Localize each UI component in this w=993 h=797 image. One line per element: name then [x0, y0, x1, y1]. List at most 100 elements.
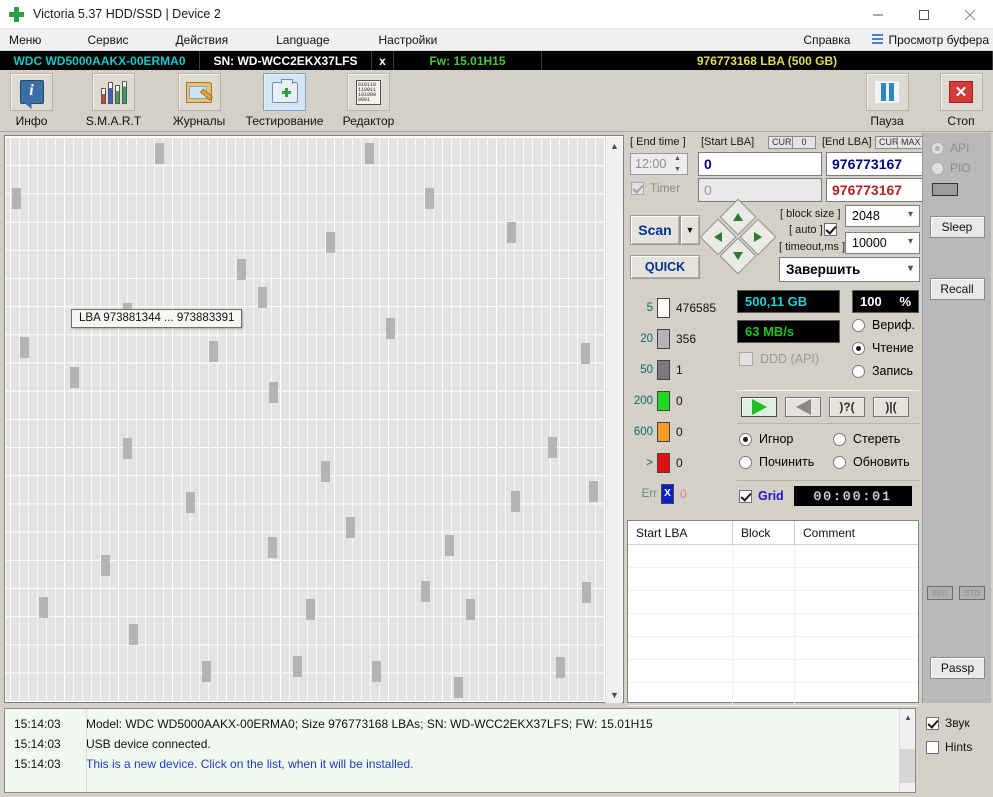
log-scroll-up-arrow-icon[interactable]: ▲	[900, 709, 915, 725]
action-erase-row[interactable]: Стереть	[833, 432, 900, 446]
table-row[interactable]	[628, 545, 918, 568]
toolbar-button-smart[interactable]: S.M.A.R.T	[76, 73, 151, 128]
toolbar-button-editor[interactable]: 010110 110011 101000 0001 Редактор	[336, 73, 401, 128]
action-repair-radio[interactable]	[739, 455, 752, 469]
menu-item-servis[interactable]: Сервис	[87, 31, 128, 49]
timer-value-input[interactable]: 0	[698, 178, 822, 202]
action-refresh-row[interactable]: Обновить	[833, 455, 910, 469]
table-row[interactable]	[628, 568, 918, 591]
ddd-api-checkbox[interactable]	[739, 352, 753, 366]
auto-block-size-checkbox[interactable]	[824, 223, 837, 236]
timeout-select[interactable]: 10000 ▾	[845, 232, 920, 254]
start-lba-input[interactable]: 0	[698, 152, 822, 176]
std-small-button[interactable]: STD	[959, 586, 985, 600]
sleep-button[interactable]: Sleep	[929, 216, 985, 238]
finish-action-select[interactable]: Завершить ▾	[779, 257, 920, 282]
quick-button[interactable]: QUICK	[630, 255, 700, 279]
mode-write-radio[interactable]	[852, 364, 865, 378]
surface-map[interactable]	[6, 137, 606, 701]
log-panel[interactable]: 15:14:03 Model: WDC WD5000AAKX-00ERMA0; …	[4, 708, 916, 793]
action-ignore-row[interactable]: Игнор	[739, 432, 833, 446]
end-lba-max-button[interactable]: MAX	[897, 136, 925, 149]
toolbar-button-stop[interactable]: ✕ Стоп	[936, 73, 986, 128]
mode-verify-radio[interactable]	[852, 318, 865, 332]
navigation-diamond[interactable]	[699, 198, 777, 275]
menu-item-language[interactable]: Language	[276, 31, 329, 49]
random-seek-button[interactable]: )?(	[829, 397, 865, 417]
play-backward-button[interactable]	[785, 397, 821, 417]
menu-item-menyu[interactable]: Меню	[9, 31, 41, 49]
passport-button[interactable]: Passp	[930, 657, 985, 679]
butterfly-seek-button[interactable]: )|(	[873, 397, 909, 417]
column-header-comment[interactable]: Comment	[795, 521, 898, 545]
timer-checkbox-row[interactable]: Timer	[631, 181, 680, 195]
menu-item-nastroyki[interactable]: Настройки	[379, 31, 438, 49]
action-repair-row[interactable]: Починить	[739, 455, 833, 469]
table-row[interactable]	[628, 637, 918, 660]
hints-option-row[interactable]: Hints	[926, 740, 993, 754]
maximize-button[interactable]	[901, 0, 947, 29]
minimize-button[interactable]	[855, 0, 901, 29]
start-lba-zero-button[interactable]: 0	[792, 136, 816, 149]
scroll-thumb[interactable]	[606, 154, 623, 214]
log-message[interactable]: This is a new device. Click on the list,…	[86, 757, 413, 771]
main-toolbar: Инфо S.M.A.R.T Журналы Тестирование 0101…	[0, 70, 993, 132]
scan-button-group[interactable]: Scan ▼	[630, 215, 700, 245]
map-vertical-scrollbar[interactable]: ▲ ▼	[605, 137, 623, 703]
sidebar-radio-pio-row[interactable]: PIO	[931, 161, 991, 175]
hints-checkbox[interactable]	[926, 740, 939, 754]
device-model[interactable]: WDC WD5000AAKX-00ERMA0	[0, 51, 200, 70]
scroll-up-arrow-icon[interactable]: ▲	[606, 137, 623, 154]
mode-read-radio[interactable]	[852, 341, 865, 355]
mode-verify-row[interactable]: Вериф.	[852, 318, 915, 332]
column-header-block[interactable]: Block	[733, 521, 795, 545]
log-scroll-thumb[interactable]	[900, 749, 915, 783]
close-button[interactable]	[947, 0, 993, 29]
defect-table-body[interactable]	[628, 545, 918, 706]
mode-write-row[interactable]: Запись	[852, 364, 915, 378]
action-ignore-radio[interactable]	[739, 432, 752, 446]
mode-read-row[interactable]: Чтение	[852, 341, 915, 355]
speed-display: 63 MB/s	[737, 320, 840, 343]
toolbar-button-info[interactable]: Инфо	[8, 73, 55, 128]
toolbar-button-pause[interactable]: Пауза	[862, 73, 912, 128]
scan-button[interactable]: Scan	[630, 215, 680, 245]
device-close-x-button[interactable]: x	[372, 51, 394, 70]
sidebar-radio-api-row[interactable]: API	[931, 141, 991, 155]
play-forward-button[interactable]	[741, 397, 777, 417]
scan-dropdown-chevron-icon[interactable]: ▼	[680, 215, 700, 245]
menu-item-spravka[interactable]: Справка	[803, 31, 850, 49]
surface-block	[556, 657, 565, 678]
grid-checkbox[interactable]	[739, 489, 752, 503]
block-size-select[interactable]: 2048 ▾	[845, 205, 920, 227]
api-radio[interactable]	[931, 141, 944, 155]
timer-label: Timer	[650, 181, 681, 195]
defect-list-table[interactable]: Start LBA Block Comment	[627, 520, 919, 706]
log-vertical-scrollbar[interactable]: ▲	[899, 709, 915, 792]
timer-checkbox[interactable]	[631, 181, 644, 195]
column-header-start-lba[interactable]: Start LBA	[628, 521, 733, 545]
sound-checkbox[interactable]	[926, 716, 939, 730]
scroll-down-arrow-icon[interactable]: ▼	[606, 686, 623, 703]
action-refresh-radio[interactable]	[833, 455, 846, 469]
mode-verify-label: Вериф.	[872, 318, 915, 332]
legend-row: 600 0	[627, 416, 725, 447]
pio-radio[interactable]	[931, 161, 944, 175]
toolbar-button-logs[interactable]: Журналы	[165, 73, 233, 128]
toolbar-button-testing[interactable]: Тестирование	[236, 73, 333, 128]
table-row[interactable]	[628, 591, 918, 614]
wr-small-button[interactable]: W/R	[927, 586, 953, 600]
toolbar-label-editor: Редактор	[342, 114, 395, 128]
end-time-spinner[interactable]: 12:00 ▲ ▼	[630, 153, 688, 175]
surface-map-panel[interactable]: LBA 973881344 ... 973883391 ▲ ▼	[4, 135, 624, 703]
table-row[interactable]	[628, 660, 918, 683]
action-erase-radio[interactable]	[833, 432, 846, 446]
spinner-arrows-icon[interactable]: ▲ ▼	[674, 155, 685, 173]
recall-button[interactable]: Recall	[929, 278, 985, 300]
menu-item-deystviya[interactable]: Действия	[176, 31, 229, 49]
ddd-api-row[interactable]: DDD (API)	[739, 352, 819, 366]
table-row[interactable]	[628, 683, 918, 706]
sound-option-row[interactable]: Звук	[926, 716, 993, 730]
menu-item-buffer-view[interactable]: Просмотр буфера	[872, 31, 989, 49]
table-row[interactable]	[628, 614, 918, 637]
